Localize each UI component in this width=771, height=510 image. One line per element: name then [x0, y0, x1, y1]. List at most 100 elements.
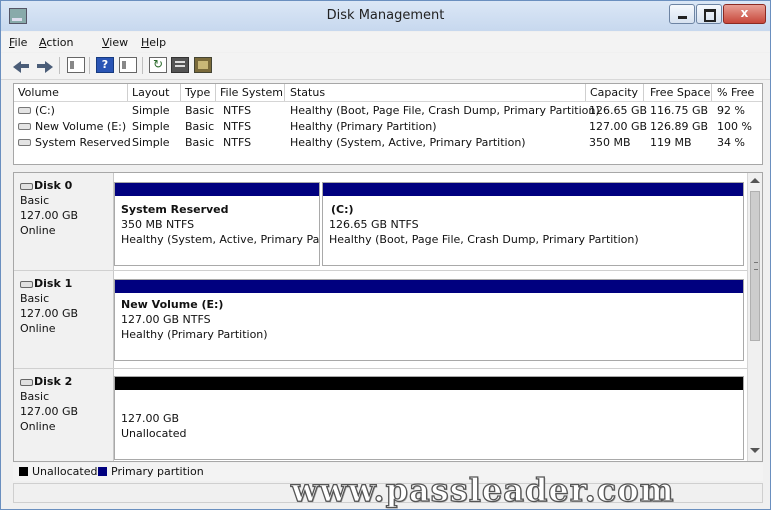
disk-row-2: Disk 2 Basic 127.00 GB Online 127.00 GB …	[14, 369, 747, 461]
volume-icon	[18, 139, 31, 146]
unallocated-label: Unallocated	[121, 427, 187, 440]
column-divider[interactable]	[711, 84, 712, 101]
volume-row[interactable]: System Reserved Simple Basic NTFS Health…	[14, 135, 762, 151]
partition-c[interactable]: (C:) 126.65 GB NTFS Healthy (Boot, Page …	[322, 182, 744, 266]
unallocated-space[interactable]: 127.00 GB Unallocated	[114, 376, 744, 460]
unallocated-bar	[115, 377, 743, 390]
volume-name: (C:)	[35, 104, 55, 117]
disk-type: Basic	[20, 292, 50, 305]
disk-name: Disk 2	[34, 375, 73, 388]
volume-percent-free: 92 %	[717, 104, 745, 117]
volume-status: Healthy (Boot, Page File, Crash Dump, Pr…	[290, 104, 600, 117]
legend-label-primary: Primary partition	[111, 465, 204, 478]
column-header-type[interactable]: Type	[185, 86, 210, 99]
unallocated-size: 127.00 GB	[121, 412, 180, 425]
volume-list[interactable]: Volume Layout Type File System Status Ca…	[13, 83, 763, 165]
volume-percent-free: 100 %	[717, 120, 752, 133]
volume-icon	[18, 107, 31, 114]
primary-partition-bar	[115, 183, 319, 196]
volume-status: Healthy (Primary Partition)	[290, 120, 437, 133]
volume-layout: Simple	[132, 136, 170, 149]
partition-status: Healthy (Boot, Page File, Crash Dump, Pr…	[329, 233, 639, 246]
properties-icon[interactable]	[171, 57, 189, 73]
toolbar-separator	[59, 57, 60, 74]
partition-status: Healthy (System, Active, Primary Partit	[121, 233, 320, 246]
volume-capacity: 126.65 GB	[589, 104, 648, 117]
partition-size: 126.65 GB NTFS	[329, 218, 419, 231]
partition-system-reserved[interactable]: System Reserved 350 MB NTFS Healthy (Sys…	[114, 182, 320, 266]
column-divider[interactable]	[585, 84, 586, 101]
forward-icon[interactable]	[35, 57, 53, 73]
column-header-volume[interactable]: Volume	[18, 86, 59, 99]
disk-info[interactable]: Disk 1 Basic 127.00 GB Online	[14, 271, 114, 368]
close-icon: x	[740, 6, 749, 20]
volume-file-system: NTFS	[223, 104, 252, 117]
show-hide-icon[interactable]	[119, 57, 137, 73]
partition-name: System Reserved	[121, 203, 229, 216]
column-header-layout[interactable]: Layout	[132, 86, 169, 99]
primary-partition-bar	[115, 280, 743, 293]
partition-size: 350 MB NTFS	[121, 218, 195, 231]
volume-layout: Simple	[132, 120, 170, 133]
column-divider[interactable]	[643, 84, 644, 101]
disk-row-1: Disk 1 Basic 127.00 GB Online New Volume…	[14, 271, 747, 369]
disk-graphical-view[interactable]: Disk 0 Basic 127.00 GB Online System Res…	[13, 172, 763, 462]
title-bar[interactable]: Disk Management x	[1, 1, 770, 31]
disk-info[interactable]: Disk 2 Basic 127.00 GB Online	[14, 369, 114, 461]
menu-help[interactable]: Help	[141, 36, 166, 49]
scroll-down-icon[interactable]	[750, 448, 760, 453]
disk-size: 127.00 GB	[20, 209, 79, 222]
column-header-capacity[interactable]: Capacity	[590, 86, 638, 99]
disk-name: Disk 0	[34, 179, 73, 192]
volume-file-system: NTFS	[223, 136, 252, 149]
column-divider[interactable]	[127, 84, 128, 101]
partition-new-volume-e[interactable]: New Volume (E:) 127.00 GB NTFS Healthy (…	[114, 279, 744, 361]
column-header-free-space[interactable]: Free Space	[650, 86, 710, 99]
disk-size: 127.00 GB	[20, 405, 79, 418]
column-divider[interactable]	[215, 84, 216, 101]
close-button[interactable]: x	[723, 4, 766, 24]
scroll-up-icon[interactable]	[750, 178, 760, 183]
disk-info[interactable]: Disk 0 Basic 127.00 GB Online	[14, 173, 114, 270]
partition-size: 127.00 GB NTFS	[121, 313, 211, 326]
menu-bar: File Action View Help	[1, 32, 770, 52]
watermark-text: www.passleader.com	[290, 470, 675, 509]
rescan-disks-icon[interactable]	[194, 57, 212, 73]
back-icon[interactable]	[13, 57, 31, 73]
disk-type: Basic	[20, 390, 50, 403]
volume-capacity: 350 MB	[589, 136, 631, 149]
partition-name: New Volume (E:)	[121, 298, 224, 311]
column-header-status[interactable]: Status	[290, 86, 325, 99]
scroll-thumb[interactable]	[750, 191, 760, 341]
menu-action[interactable]: Action	[39, 36, 73, 49]
window-title: Disk Management	[326, 8, 445, 23]
disk-name: Disk 1	[34, 277, 73, 290]
menu-file[interactable]: File	[9, 36, 27, 49]
volume-row[interactable]: New Volume (E:) Simple Basic NTFS Health…	[14, 119, 762, 135]
column-header-file-system[interactable]: File System	[220, 86, 283, 99]
volume-layout: Simple	[132, 104, 170, 117]
refresh-icon[interactable]: ↻	[149, 57, 167, 73]
console-tree-icon[interactable]	[67, 57, 85, 73]
volume-file-system: NTFS	[223, 120, 252, 133]
column-header-percent-free[interactable]: % Free	[717, 86, 754, 99]
minimize-button[interactable]	[669, 4, 695, 24]
volume-row[interactable]: (C:) Simple Basic NTFS Healthy (Boot, Pa…	[14, 103, 762, 119]
menu-view[interactable]: View	[102, 36, 128, 49]
disk-size: 127.00 GB	[20, 307, 79, 320]
disk-management-window: Disk Management x File Action View Help …	[0, 0, 771, 510]
disk-icon	[20, 183, 33, 190]
disk-status: Online	[20, 224, 56, 237]
volume-status: Healthy (System, Active, Primary Partiti…	[290, 136, 526, 149]
volume-free-space: 119 MB	[650, 136, 692, 149]
column-divider[interactable]	[284, 84, 285, 101]
legend-swatch-primary	[98, 467, 107, 476]
vertical-scrollbar[interactable]	[747, 173, 762, 461]
help-icon[interactable]: ?	[96, 57, 114, 73]
toolbar-separator	[89, 57, 90, 74]
volume-type: Basic	[185, 120, 215, 133]
maximize-button[interactable]	[696, 4, 722, 24]
volume-percent-free: 34 %	[717, 136, 745, 149]
column-divider[interactable]	[180, 84, 181, 101]
primary-partition-bar	[323, 183, 743, 196]
